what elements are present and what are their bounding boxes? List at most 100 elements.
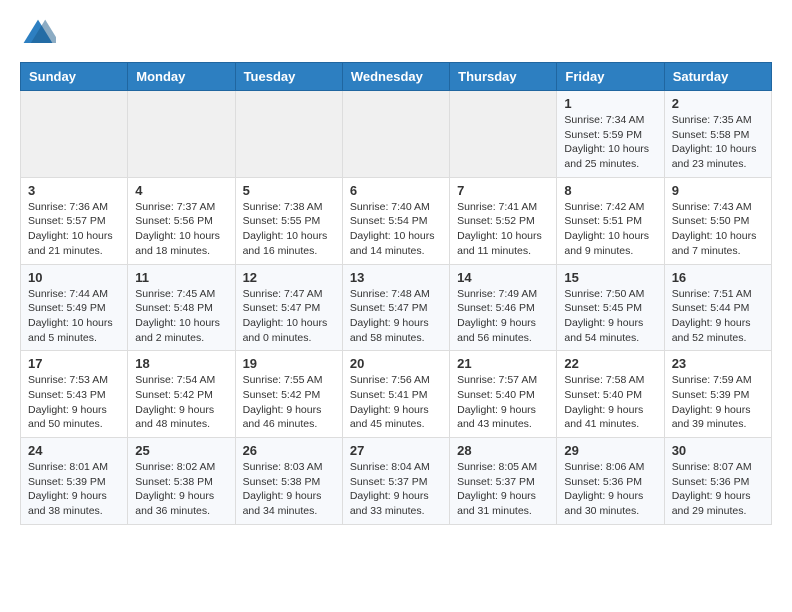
day-number: 14: [457, 270, 549, 285]
calendar-week-2: 3Sunrise: 7:36 AM Sunset: 5:57 PM Daylig…: [21, 177, 772, 264]
day-info: Sunrise: 7:49 AM Sunset: 5:46 PM Dayligh…: [457, 287, 549, 346]
calendar-week-4: 17 Sunrise: 7:53 AM Sunset: 5:43 PM Dayli…: [21, 351, 772, 438]
weekday-header-friday: Friday: [557, 63, 664, 91]
day-info: Sunrise: 7:59 AM Sunset: 5:39 PM Dayligh…: [672, 373, 764, 432]
calendar-cell: [342, 91, 449, 178]
day-number: 11: [135, 270, 227, 285]
calendar-week-1: 1 Sunrise: 7:34 AM Sunset: 5:59 PM Daylig…: [21, 91, 772, 178]
day-number: 29: [564, 443, 656, 458]
calendar-table: SundayMondayTuesdayWednesdayThursdayFrid…: [20, 62, 772, 525]
day-number: 26: [243, 443, 335, 458]
weekday-header-tuesday: Tuesday: [235, 63, 342, 91]
day-number: 18: [135, 356, 227, 371]
day-number: 30: [672, 443, 764, 458]
day-info: Sunrise: 7:38 AM Sunset: 5:55 PM Dayligh…: [243, 200, 335, 259]
day-number: 13: [350, 270, 442, 285]
day-info: Sunrise: 7:50 AM Sunset: 5:45 PM Dayligh…: [564, 287, 656, 346]
day-number: 4: [135, 183, 227, 198]
day-number: 19: [243, 356, 335, 371]
weekday-header-row: SundayMondayTuesdayWednesdayThursdayFrid…: [21, 63, 772, 91]
calendar-cell: 22Sunrise: 7:58 AM Sunset: 5:40 PM Dayli…: [557, 351, 664, 438]
calendar-cell: 18 Sunrise: 7:54 AM Sunset: 5:42 PM Dayli…: [128, 351, 235, 438]
calendar-cell: 9 Sunrise: 7:43 AM Sunset: 5:50 PM Daylig…: [664, 177, 771, 264]
day-info: Sunrise: 7:41 AM Sunset: 5:52 PM Dayligh…: [457, 200, 549, 259]
day-info: Sunrise: 7:34 AM Sunset: 5:59 PM Dayligh…: [564, 113, 656, 172]
calendar-week-3: 10 Sunrise: 7:44 AM Sunset: 5:49 PM Dayli…: [21, 264, 772, 351]
day-info: Sunrise: 7:57 AM Sunset: 5:40 PM Dayligh…: [457, 373, 549, 432]
calendar-cell: 27 Sunrise: 8:04 AM Sunset: 5:37 PM Dayli…: [342, 438, 449, 525]
calendar-cell: 25 Sunrise: 8:02 AM Sunset: 5:38 PM Dayli…: [128, 438, 235, 525]
day-number: 1: [564, 96, 656, 111]
day-info: Sunrise: 7:37 AM Sunset: 5:56 PM Dayligh…: [135, 200, 227, 259]
day-info: Sunrise: 7:43 AM Sunset: 5:50 PM Dayligh…: [672, 200, 764, 259]
day-number: 20: [350, 356, 442, 371]
weekday-header-thursday: Thursday: [450, 63, 557, 91]
day-number: 17: [28, 356, 120, 371]
calendar-cell: [21, 91, 128, 178]
day-info: Sunrise: 8:03 AM Sunset: 5:38 PM Dayligh…: [243, 460, 335, 519]
day-number: 27: [350, 443, 442, 458]
calendar-cell: 30 Sunrise: 8:07 AM Sunset: 5:36 PM Dayli…: [664, 438, 771, 525]
header: [20, 16, 772, 52]
calendar-cell: 14 Sunrise: 7:49 AM Sunset: 5:46 PM Dayli…: [450, 264, 557, 351]
day-info: Sunrise: 7:54 AM Sunset: 5:42 PM Dayligh…: [135, 373, 227, 432]
calendar-cell: 7 Sunrise: 7:41 AM Sunset: 5:52 PM Daylig…: [450, 177, 557, 264]
weekday-header-sunday: Sunday: [21, 63, 128, 91]
day-info: Sunrise: 7:47 AM Sunset: 5:47 PM Dayligh…: [243, 287, 335, 346]
calendar-cell: 20 Sunrise: 7:56 AM Sunset: 5:41 PM Dayli…: [342, 351, 449, 438]
calendar-cell: [235, 91, 342, 178]
day-info: Sunrise: 8:07 AM Sunset: 5:36 PM Dayligh…: [672, 460, 764, 519]
weekday-header-wednesday: Wednesday: [342, 63, 449, 91]
day-info: Sunrise: 7:45 AM Sunset: 5:48 PM Dayligh…: [135, 287, 227, 346]
calendar-cell: 11 Sunrise: 7:45 AM Sunset: 5:48 PM Dayli…: [128, 264, 235, 351]
calendar-cell: 10 Sunrise: 7:44 AM Sunset: 5:49 PM Dayli…: [21, 264, 128, 351]
calendar-cell: 5 Sunrise: 7:38 AM Sunset: 5:55 PM Daylig…: [235, 177, 342, 264]
day-number: 12: [243, 270, 335, 285]
logo: [20, 16, 62, 52]
calendar-cell: 29 Sunrise: 8:06 AM Sunset: 5:36 PM Dayli…: [557, 438, 664, 525]
calendar-cell: 12 Sunrise: 7:47 AM Sunset: 5:47 PM Dayli…: [235, 264, 342, 351]
day-number: 15: [564, 270, 656, 285]
calendar-cell: 19 Sunrise: 7:55 AM Sunset: 5:42 PM Dayli…: [235, 351, 342, 438]
calendar-cell: 16Sunrise: 7:51 AM Sunset: 5:44 PM Dayli…: [664, 264, 771, 351]
day-number: 28: [457, 443, 549, 458]
day-info: Sunrise: 7:44 AM Sunset: 5:49 PM Dayligh…: [28, 287, 120, 346]
calendar-week-5: 24 Sunrise: 8:01 AM Sunset: 5:39 PM Dayli…: [21, 438, 772, 525]
day-info: Sunrise: 8:04 AM Sunset: 5:37 PM Dayligh…: [350, 460, 442, 519]
day-number: 8: [564, 183, 656, 198]
day-number: 9: [672, 183, 764, 198]
day-info: Sunrise: 8:06 AM Sunset: 5:36 PM Dayligh…: [564, 460, 656, 519]
day-number: 21: [457, 356, 549, 371]
day-number: 5: [243, 183, 335, 198]
calendar-cell: 24 Sunrise: 8:01 AM Sunset: 5:39 PM Dayli…: [21, 438, 128, 525]
day-number: 10: [28, 270, 120, 285]
calendar-cell: [128, 91, 235, 178]
day-number: 2: [672, 96, 764, 111]
day-info: Sunrise: 7:56 AM Sunset: 5:41 PM Dayligh…: [350, 373, 442, 432]
calendar-cell: 28Sunrise: 8:05 AM Sunset: 5:37 PM Dayli…: [450, 438, 557, 525]
weekday-header-saturday: Saturday: [664, 63, 771, 91]
calendar-cell: 2 Sunrise: 7:35 AM Sunset: 5:58 PM Daylig…: [664, 91, 771, 178]
logo-icon: [20, 16, 56, 52]
day-info: Sunrise: 8:02 AM Sunset: 5:38 PM Dayligh…: [135, 460, 227, 519]
day-number: 3: [28, 183, 120, 198]
calendar-cell: 15 Sunrise: 7:50 AM Sunset: 5:45 PM Dayli…: [557, 264, 664, 351]
day-number: 16: [672, 270, 764, 285]
calendar-cell: 23 Sunrise: 7:59 AM Sunset: 5:39 PM Dayli…: [664, 351, 771, 438]
calendar-cell: [450, 91, 557, 178]
day-info: Sunrise: 7:40 AM Sunset: 5:54 PM Dayligh…: [350, 200, 442, 259]
day-number: 23: [672, 356, 764, 371]
day-number: 22: [564, 356, 656, 371]
calendar-cell: 8Sunrise: 7:42 AM Sunset: 5:51 PM Daylig…: [557, 177, 664, 264]
day-info: Sunrise: 8:01 AM Sunset: 5:39 PM Dayligh…: [28, 460, 120, 519]
calendar-cell: 4 Sunrise: 7:37 AM Sunset: 5:56 PM Daylig…: [128, 177, 235, 264]
day-info: Sunrise: 7:53 AM Sunset: 5:43 PM Dayligh…: [28, 373, 120, 432]
calendar-cell: 1 Sunrise: 7:34 AM Sunset: 5:59 PM Daylig…: [557, 91, 664, 178]
day-number: 7: [457, 183, 549, 198]
day-number: 24: [28, 443, 120, 458]
day-info: Sunrise: 7:35 AM Sunset: 5:58 PM Dayligh…: [672, 113, 764, 172]
day-number: 25: [135, 443, 227, 458]
day-info: Sunrise: 7:48 AM Sunset: 5:47 PM Dayligh…: [350, 287, 442, 346]
day-info: Sunrise: 7:55 AM Sunset: 5:42 PM Dayligh…: [243, 373, 335, 432]
calendar-cell: 6Sunrise: 7:40 AM Sunset: 5:54 PM Daylig…: [342, 177, 449, 264]
